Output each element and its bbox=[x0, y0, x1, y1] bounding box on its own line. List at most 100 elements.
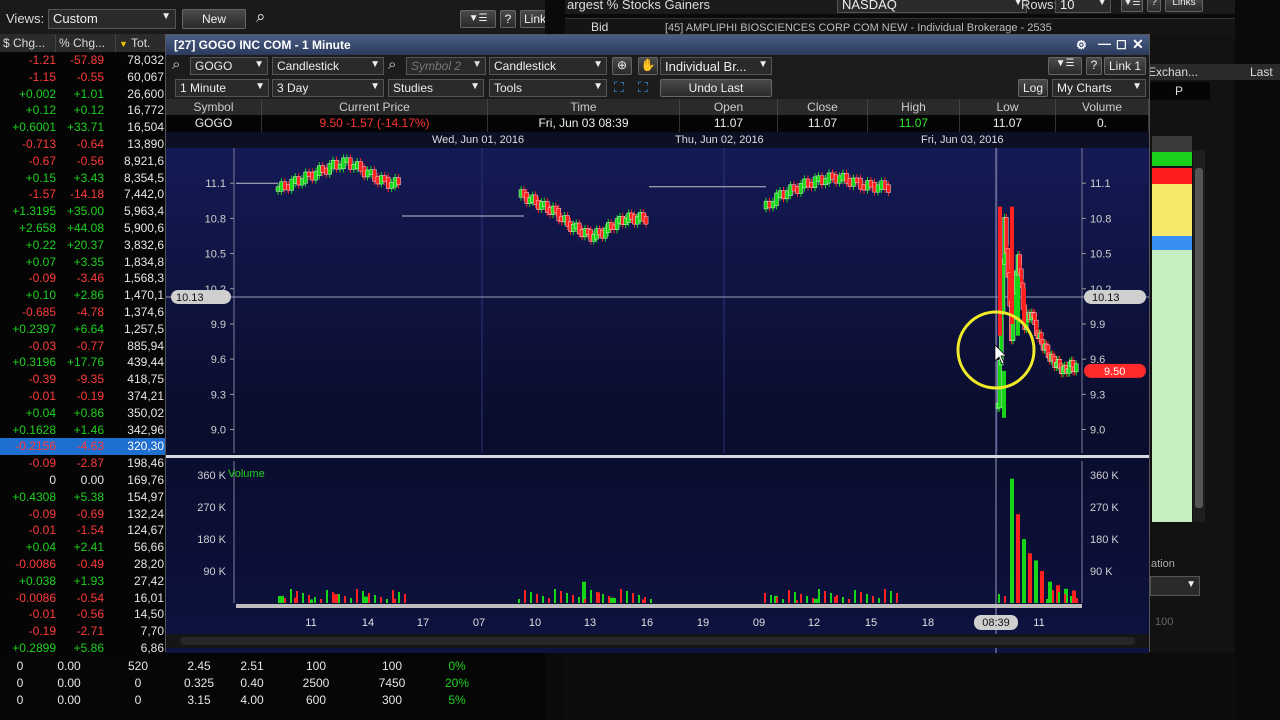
volume-bar bbox=[1010, 598, 1012, 603]
chart-window: [27] GOGO INC COM - 1 Minute ⚙ — ☐ ✕ ⌕ G… bbox=[165, 34, 1150, 653]
hdr-open: Open bbox=[680, 99, 778, 115]
account-select[interactable]: Individual Br... ▼ bbox=[660, 57, 772, 75]
close-icon[interactable]: ✕ bbox=[1132, 34, 1144, 54]
volume-bar bbox=[890, 591, 892, 603]
scroll-thumb[interactable] bbox=[1195, 168, 1203, 508]
bottom-cell: 2.45 bbox=[187, 659, 211, 673]
search-icon[interactable]: ⌕ bbox=[172, 56, 180, 73]
exchange-select[interactable]: NASDAQ ▼ bbox=[837, 0, 1027, 13]
total-cell: 154,97 bbox=[127, 489, 164, 504]
volume-bar bbox=[782, 599, 784, 603]
chart-svg[interactable]: 9.0 9.09.3 9.39.6 9.69.9 9.910.2 10.210.5 10.5… bbox=[166, 148, 1149, 653]
col-percent-change[interactable]: % Chg... bbox=[56, 34, 116, 52]
col-exchange[interactable]: Exchan... bbox=[1148, 64, 1210, 80]
volume-label: Volume bbox=[228, 468, 265, 480]
dollar-change-cell: +0.04 bbox=[25, 540, 56, 555]
bottom-cell: 20% bbox=[444, 676, 470, 690]
strip-value: 100 bbox=[1155, 616, 1174, 628]
dollar-change-cell: -0.01 bbox=[28, 523, 56, 538]
bottom-cell: 0.00 bbox=[57, 693, 81, 707]
vol-tick-label: 360 K bbox=[1090, 470, 1119, 482]
interval-select[interactable]: 1 Minute ▼ bbox=[175, 79, 269, 97]
strip-select[interactable]: ▼ bbox=[1150, 576, 1200, 596]
col-dollar-change[interactable]: $ Chg... bbox=[0, 34, 56, 52]
total-cell: 8,354,5 bbox=[123, 170, 164, 185]
zoom-icon[interactable]: ⊕ bbox=[612, 57, 632, 75]
candle bbox=[886, 184, 891, 193]
search-icon[interactable]: ⌕ bbox=[256, 7, 266, 27]
total-cell: 28,20 bbox=[133, 557, 164, 571]
volume-bar bbox=[350, 598, 352, 603]
rows-select[interactable]: 10 ▼ bbox=[1055, 0, 1111, 13]
studies-select[interactable]: Studies ▼ bbox=[388, 79, 484, 97]
new-button[interactable]: New bbox=[182, 9, 246, 29]
volume-bar bbox=[386, 599, 388, 603]
expand-icon[interactable]: ⛶ bbox=[638, 79, 648, 96]
tools-select[interactable]: Tools ▼ bbox=[489, 79, 607, 97]
total-cell: 16,772 bbox=[127, 103, 164, 118]
my-charts-select[interactable]: My Charts ▼ bbox=[1052, 79, 1146, 97]
total-cell: 14,50 bbox=[133, 607, 164, 622]
col-total[interactable]: ▼ Tot. bbox=[116, 34, 166, 52]
my-charts-value: My Charts bbox=[1057, 81, 1112, 95]
chart-title-bar[interactable]: [27] GOGO INC COM - 1 Minute ⚙ — ☐ ✕ bbox=[166, 35, 1149, 55]
log-button[interactable]: Log bbox=[1018, 79, 1048, 97]
chart-type2-select[interactable]: Candlestick ▼ bbox=[489, 57, 607, 75]
volume-bar bbox=[1004, 596, 1006, 603]
y-tick-label: 10.5 bbox=[205, 249, 226, 261]
volume-bar bbox=[1022, 591, 1024, 603]
chart-type-select[interactable]: Candlestick ▼ bbox=[272, 57, 384, 75]
volume-bar bbox=[284, 598, 286, 603]
y-tick-label: 11.1 bbox=[205, 178, 226, 190]
volume-bar bbox=[842, 597, 844, 603]
help-icon[interactable]: ? bbox=[1147, 0, 1161, 12]
menu-icon[interactable]: ▼☰ bbox=[460, 10, 496, 28]
x-tick-label: 13 bbox=[584, 617, 596, 629]
dollar-change-cell: -0.19 bbox=[28, 624, 56, 639]
volume-bar bbox=[626, 591, 628, 603]
time-tag-value: 08:39 bbox=[982, 617, 1010, 629]
total-cell: 1,834,8 bbox=[123, 254, 164, 269]
volume-bar bbox=[536, 594, 538, 603]
search-icon-2[interactable]: ⌕ bbox=[388, 56, 396, 73]
dollar-change-cell: -0.0086 bbox=[15, 557, 56, 571]
day-label: Thu, Jun 02, 2016 bbox=[675, 134, 764, 146]
percent-change-cell: +17.76 bbox=[66, 355, 104, 370]
x-tick-label: 18 bbox=[922, 617, 934, 629]
range-select[interactable]: 3 Day ▼ bbox=[272, 79, 384, 97]
links-button[interactable]: Links bbox=[1165, 0, 1203, 12]
volume-bar bbox=[866, 594, 868, 603]
quote-header: Symbol Current Price Time Open Close Hig… bbox=[166, 99, 1149, 115]
volume-bar bbox=[584, 599, 586, 603]
volume-bar bbox=[530, 592, 532, 603]
total-cell: 1,374,6 bbox=[123, 305, 164, 319]
col-last[interactable]: Last bbox=[1210, 64, 1280, 80]
maximize-icon[interactable]: ☐ bbox=[1116, 35, 1127, 55]
percent-change-cell: +3.35 bbox=[73, 254, 104, 269]
symbol-input[interactable]: GOGO ▼ bbox=[190, 57, 268, 75]
minimize-icon[interactable]: — bbox=[1098, 34, 1111, 54]
menu-icon[interactable]: ▼☰ bbox=[1121, 0, 1143, 12]
menu-icon[interactable]: ▼☰ bbox=[1048, 57, 1082, 75]
help-icon[interactable]: ? bbox=[1086, 57, 1102, 75]
link-button[interactable]: Link 1 bbox=[1104, 57, 1146, 75]
fit-icon[interactable]: ⛶ bbox=[614, 79, 624, 96]
percent-change-cell: +1.01 bbox=[73, 86, 104, 101]
bottom-row[interactable]: 0 0.00 520 2.45 2.51 100 100 0% bbox=[0, 658, 545, 675]
symbol2-input[interactable]: Symbol 2 ▼ bbox=[406, 57, 486, 75]
volume-bar bbox=[998, 594, 1000, 603]
pan-icon[interactable]: ✋ bbox=[638, 57, 658, 75]
undo-last-button[interactable]: Undo Last bbox=[660, 79, 772, 97]
views-select[interactable]: Custom ▼ bbox=[48, 9, 176, 29]
bottom-row[interactable]: 0 0.00 0 0.325 0.40 2500 7450 20% bbox=[0, 675, 545, 692]
news-headline[interactable]: [45] AMPLIPHI BIOSCIENCES CORP COM NEW -… bbox=[665, 22, 1205, 34]
strip-scrollbar[interactable] bbox=[1193, 150, 1205, 522]
help-button[interactable]: ? bbox=[500, 10, 516, 28]
bottom-row[interactable]: 0 0.00 0 3.15 4.00 600 300 5% bbox=[0, 692, 545, 709]
percent-change-cell: -0.49 bbox=[76, 557, 104, 571]
x-tick-label: 14 bbox=[362, 617, 374, 629]
bottom-cell: 2.51 bbox=[240, 659, 264, 673]
gear-icon[interactable]: ⚙ bbox=[1076, 35, 1087, 55]
chart-plot-area[interactable]: 9.0 9.0 9.3 9.3 9.6 9.6 9.9 9.9 10.2 10.2 10.5 10.5… bbox=[166, 148, 1149, 653]
chart-type2-value: Candlestick bbox=[494, 59, 557, 73]
